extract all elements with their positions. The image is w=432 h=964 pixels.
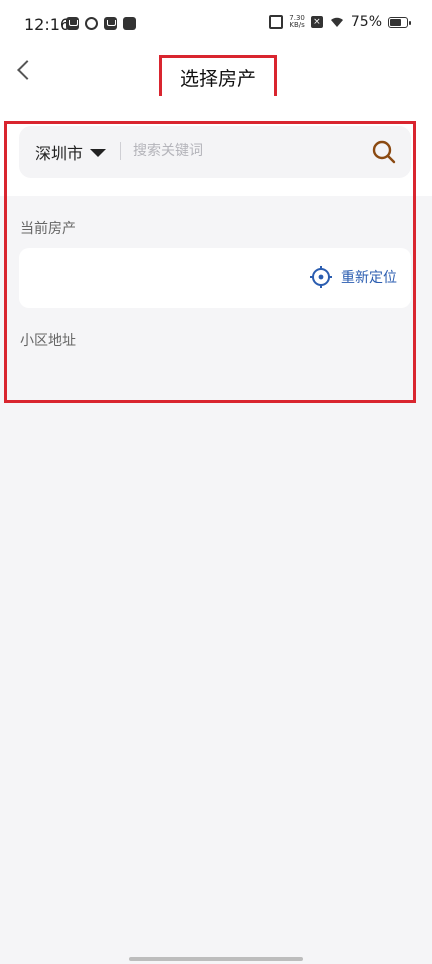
- no-sim-icon: ×: [310, 16, 323, 28]
- mail-icon: [104, 17, 117, 30]
- status-right: 7.30 KB/s × 75%: [269, 14, 411, 30]
- search-input[interactable]: [133, 138, 353, 164]
- relocate-button[interactable]: 重新定位: [309, 265, 397, 289]
- screen: 12:16 7.30 KB/s × 75% 选择房产 深圳市 搜索关键词 当前房…: [0, 0, 432, 964]
- search-icon[interactable]: [371, 139, 397, 165]
- network-speed: 7.30 KB/s: [289, 15, 305, 29]
- current-property-label: 当前房产: [20, 221, 76, 237]
- network-speed-unit: KB/s: [289, 21, 305, 29]
- status-bar: 12:16 7.30 KB/s × 75%: [0, 0, 432, 50]
- caret-down-icon[interactable]: [90, 149, 106, 157]
- page-title: 选择房产: [179, 67, 256, 90]
- status-time: 12:16: [24, 15, 71, 34]
- relocate-label: 重新定位: [341, 270, 397, 286]
- home-indicator[interactable]: [129, 957, 303, 961]
- tiktok-icon: [123, 17, 136, 30]
- community-address-label: 小区地址: [20, 333, 76, 349]
- link-icon: [85, 17, 98, 30]
- locate-target-icon: [310, 266, 332, 288]
- battery-icon: [388, 16, 411, 28]
- nav-bar: 选择房产: [0, 50, 432, 99]
- back-chevron-icon[interactable]: [17, 60, 37, 80]
- search-bar: 深圳市: [19, 126, 411, 178]
- battery-percent: 75%: [350, 14, 382, 30]
- city-selector[interactable]: 深圳市: [35, 140, 83, 164]
- current-property-card: 重新定位: [19, 248, 411, 308]
- wifi-icon: [330, 17, 343, 27]
- search-divider: [120, 142, 121, 160]
- notification-icons: [66, 17, 136, 30]
- vibrate-icon: [269, 15, 284, 29]
- title-highlight: 选择房产: [159, 55, 277, 99]
- battery-level-fill: [390, 18, 401, 26]
- inbox-icon: [66, 17, 79, 30]
